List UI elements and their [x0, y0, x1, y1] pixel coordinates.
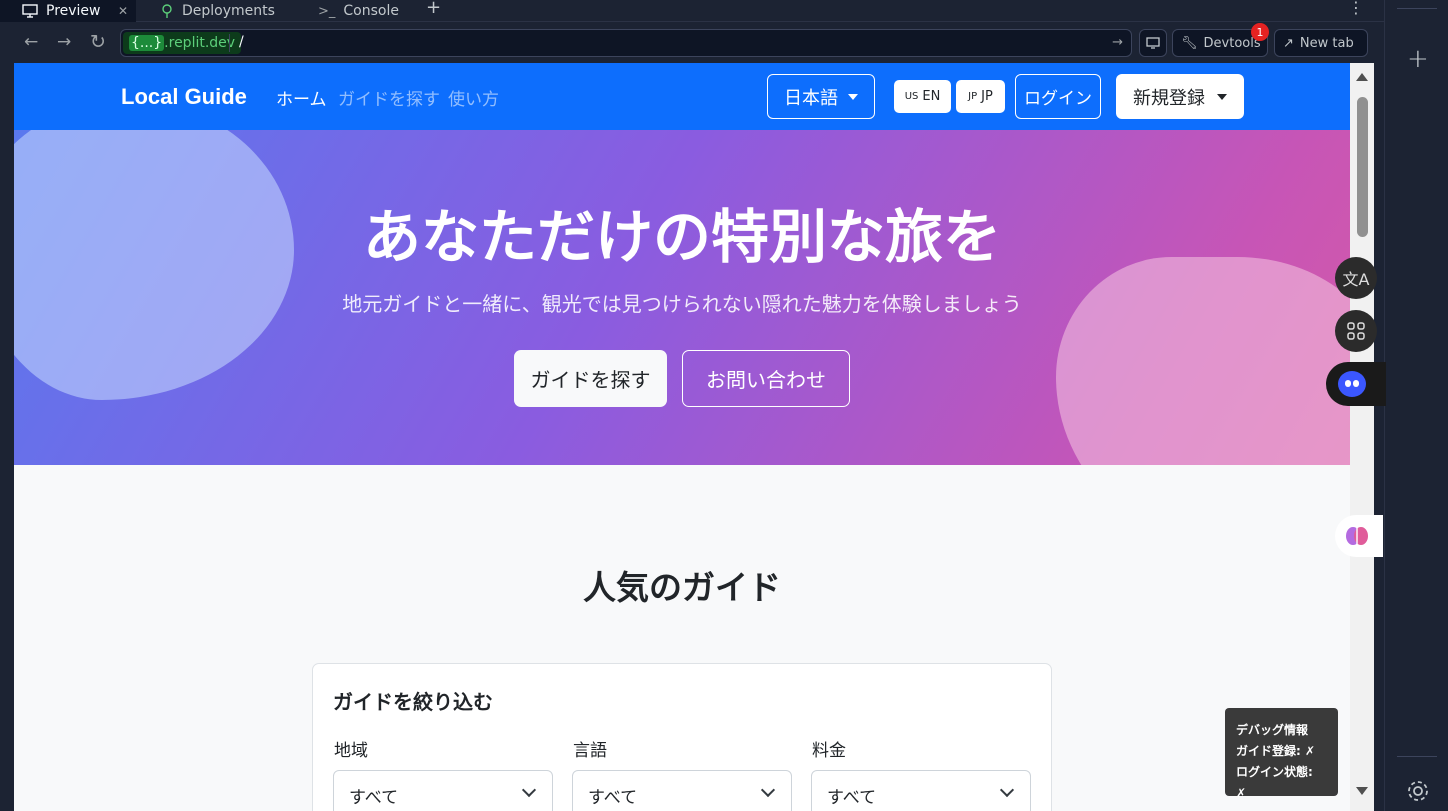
contact-button[interactable]: お問い合わせ: [682, 350, 850, 407]
preview-viewport: Local Guide ホーム ガイドを探す 使い方 日本語 US EN JP …: [14, 63, 1374, 811]
tab-deployments-label: Deployments: [182, 3, 275, 19]
tab-deployments[interactable]: Deployments: [138, 0, 292, 22]
ide-right-rail: +: [1384, 0, 1448, 811]
language-select[interactable]: すべて: [572, 770, 792, 811]
jp-flag-icon: JP: [968, 91, 978, 102]
go-arrow-icon[interactable]: →: [1112, 35, 1123, 50]
hero-subtitle: 地元ガイドと一緒に、観光では見つけられない隠れた魅力を体験しましょう: [342, 292, 1022, 316]
filter-card: ガイドを絞り込む 地域 言語 料金 すべて すべて すべて: [312, 663, 1052, 811]
region-select-value: すべて: [349, 788, 399, 808]
scroll-up-icon[interactable]: [1356, 73, 1368, 81]
chevron-down-icon: [521, 782, 537, 798]
popular-guides-heading: 人気のガイド: [583, 568, 781, 607]
price-select[interactable]: すべて: [811, 770, 1031, 811]
tab-preview[interactable]: Preview ✕: [0, 0, 136, 22]
language-label: 言語: [573, 741, 607, 761]
lang-en-button[interactable]: US EN: [894, 80, 951, 113]
chevron-down-icon: [760, 782, 776, 798]
nav-how-to-use[interactable]: 使い方: [448, 85, 499, 110]
url-domain-suffix: .replit.dev: [164, 35, 236, 51]
language-dropdown-label: 日本語: [784, 87, 838, 109]
price-select-value: すべて: [827, 788, 877, 808]
caret-down-icon: [848, 93, 858, 100]
new-tab-button[interactable]: ↗ New tab: [1274, 29, 1368, 57]
reload-icon[interactable]: ↻: [90, 33, 106, 52]
more-options-icon[interactable]: ⋮: [1348, 0, 1364, 17]
url-input[interactable]: {...} .replit.dev / →: [120, 29, 1132, 57]
monitor-icon: [22, 4, 38, 18]
debug-title: デバッグ情報: [1236, 723, 1309, 737]
apps-grid-icon[interactable]: [1335, 310, 1377, 352]
close-icon[interactable]: ✕: [118, 4, 128, 18]
filter-title: ガイドを絞り込む: [333, 690, 493, 714]
divider: [1397, 8, 1437, 9]
url-path: /: [239, 34, 244, 50]
region-label: 地域: [334, 741, 368, 761]
region-select[interactable]: すべて: [333, 770, 553, 811]
tab-console[interactable]: >_ Console: [296, 0, 414, 22]
assistant-bot-icon[interactable]: [1326, 362, 1386, 406]
url-domain: {...} .replit.dev: [123, 32, 242, 54]
devtools-label: Devtools: [1203, 35, 1261, 51]
find-guides-button[interactable]: ガイドを探す: [514, 350, 667, 407]
divider: [1397, 756, 1437, 757]
nav-find-guides[interactable]: ガイドを探す: [338, 85, 440, 110]
nav-home[interactable]: ホーム: [276, 85, 327, 110]
lang-jp-button[interactable]: JP JP: [956, 80, 1005, 113]
language-select-value: すべて: [588, 788, 638, 808]
price-label: 料金: [812, 741, 846, 761]
devtools-button[interactable]: 🔧︎ Devtools 1: [1172, 23, 1269, 57]
new-tab-label: New tab: [1299, 35, 1354, 51]
lang-jp-label: JP: [981, 89, 993, 104]
lang-en-label: EN: [922, 89, 941, 104]
language-dropdown[interactable]: 日本語: [767, 74, 875, 119]
login-button[interactable]: ログイン: [1015, 74, 1101, 119]
site-navbar: Local Guide ホーム ガイドを探す 使い方 日本語 US EN JP …: [14, 63, 1350, 130]
hero-section: あなただけの特別な旅を 地元ガイドと一緒に、観光では見つけられない隠れた魅力を体…: [14, 130, 1350, 465]
tab-console-label: Console: [343, 3, 399, 19]
debug-info-panel: デバッグ情報 ガイド登録: ✗ ログイン状態: ✗: [1225, 708, 1338, 800]
url-domain-highlight: {...}: [129, 35, 165, 51]
ide-tab-bar: Preview ✕ Deployments >_ Console + ⋮: [0, 0, 1384, 22]
external-link-icon: ↗: [1283, 35, 1294, 51]
terminal-icon: >_: [318, 3, 336, 19]
hero-title: あなただけの特別な旅を: [362, 203, 1001, 271]
notification-badge: 1: [1251, 23, 1269, 41]
us-flag-icon: US: [904, 91, 919, 102]
wrench-icon: 🔧︎: [1181, 35, 1198, 51]
chevron-down-icon: [999, 782, 1015, 798]
caret-down-icon: [1217, 93, 1227, 100]
brain-icon[interactable]: [1335, 515, 1383, 557]
device-preview-button[interactable]: [1139, 29, 1167, 57]
add-tab-icon[interactable]: +: [426, 0, 441, 18]
debug-guide-registration: ガイド登録: ✗: [1236, 744, 1316, 758]
screen-icon: [1146, 37, 1160, 49]
signup-label: 新規登録: [1133, 87, 1205, 109]
plus-icon[interactable]: +: [1407, 44, 1429, 74]
brand-logo[interactable]: Local Guide: [121, 84, 247, 110]
gear-icon[interactable]: [1405, 778, 1431, 804]
preview-url-bar: ← → ↻ {...} .replit.dev / → 🔧︎ Devtools 1…: [0, 23, 1384, 63]
back-icon[interactable]: ←: [24, 34, 38, 51]
deploy-icon: [162, 4, 172, 18]
scroll-down-icon[interactable]: [1356, 787, 1368, 795]
scrollbar-thumb[interactable]: [1357, 97, 1368, 237]
translate-icon[interactable]: 文A: [1335, 257, 1377, 299]
page-scrollbar[interactable]: [1350, 63, 1374, 811]
forward-icon[interactable]: →: [57, 34, 71, 51]
debug-login-state: ログイン状態: ✗: [1236, 765, 1313, 800]
signup-dropdown-button[interactable]: 新規登録: [1116, 74, 1244, 119]
tab-preview-label: Preview: [46, 3, 101, 19]
url-separator: [229, 34, 230, 52]
